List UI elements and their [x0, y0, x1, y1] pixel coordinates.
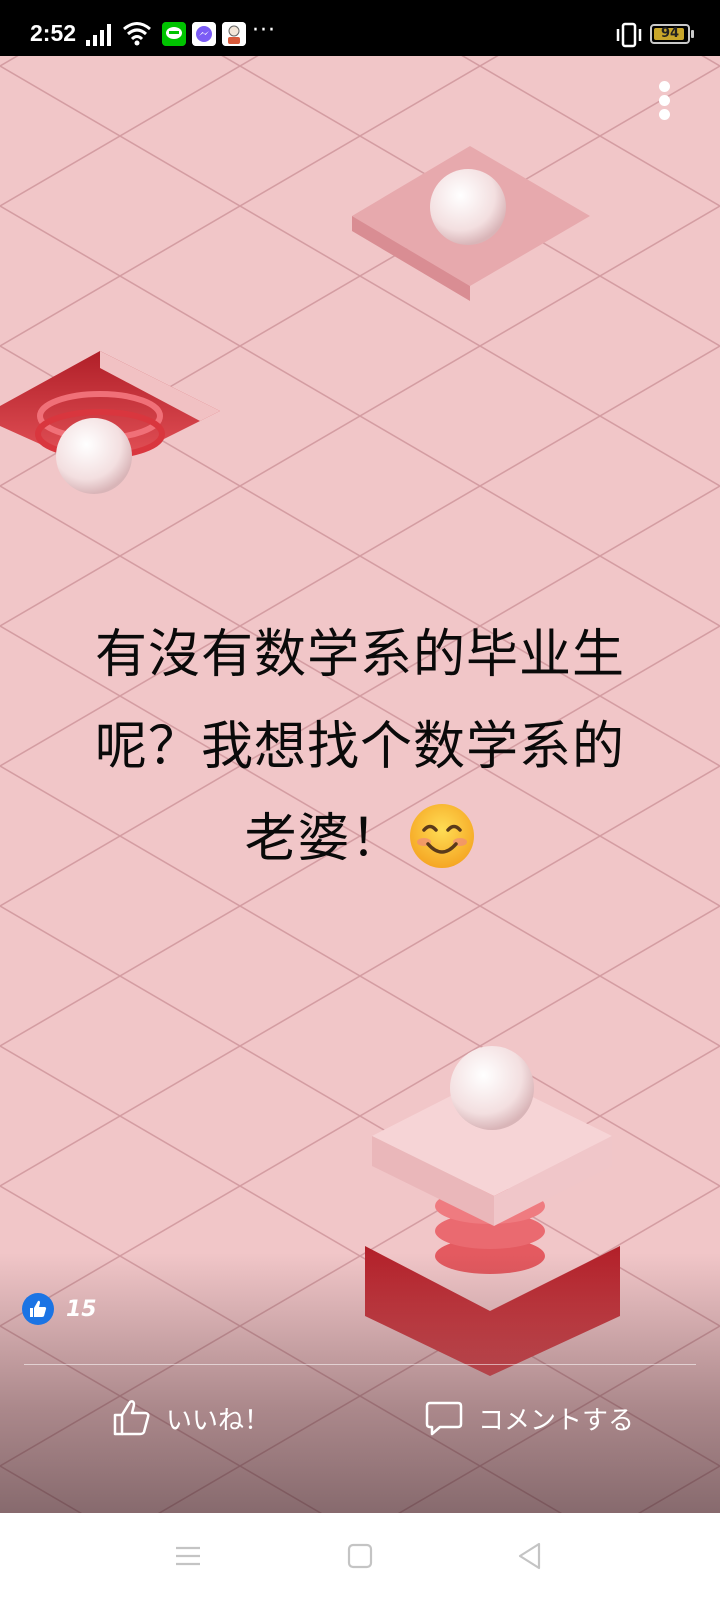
- navigation-bar: [0, 1513, 720, 1600]
- like-reaction-icon: [22, 1293, 54, 1325]
- like-button-label: いいね！: [166, 1405, 271, 1436]
- divider: [24, 1364, 696, 1365]
- story-post[interactable]: 有沒有数学系的毕业生 呢？我想找个数学系的 老婆！: [0, 56, 720, 1513]
- menu-dot: [658, 81, 670, 92]
- back-icon[interactable]: [515, 1541, 545, 1571]
- smiling-face-icon: [409, 804, 474, 868]
- recent-apps-icon[interactable]: [173, 1541, 203, 1571]
- comment-button[interactable]: コメントする: [424, 1393, 634, 1443]
- messenger-icon: [192, 22, 216, 46]
- vibrate-icon: [616, 22, 642, 48]
- more-notifications-indicator: ···: [252, 18, 276, 43]
- reaction-summary[interactable]: 15: [22, 1292, 97, 1326]
- more-options-button[interactable]: [652, 78, 676, 126]
- line-app-icon: [162, 22, 186, 46]
- battery-tip: [691, 30, 694, 38]
- signal-icon: [86, 24, 111, 46]
- bottom-overlay: [0, 1253, 720, 1513]
- post-text-line-last: 老婆！: [60, 793, 660, 885]
- battery-level: 94: [660, 26, 680, 41]
- menu-dot: [658, 95, 670, 106]
- wifi-icon: [123, 22, 151, 46]
- post-text-line: 呢？我想找个数学系的: [94, 717, 625, 777]
- post-text-line: 老婆！: [244, 809, 404, 869]
- thumbs-up-icon: [113, 1400, 150, 1436]
- comment-button-label: コメントする: [478, 1405, 635, 1436]
- post-text: 有沒有数学系的毕业生 呢？我想找个数学系的 老婆！: [60, 609, 660, 885]
- home-icon[interactable]: [345, 1541, 375, 1571]
- post-text-line: 有沒有数学系的毕业生: [94, 625, 625, 685]
- menu-dot: [658, 109, 670, 120]
- like-count: 15: [66, 1296, 97, 1322]
- battery-icon: 94: [650, 24, 690, 44]
- comment-icon: [425, 1401, 463, 1436]
- sticker-app-icon: [222, 22, 246, 46]
- status-bar: 2:52 ··· 94: [0, 0, 720, 56]
- status-time: 2:52: [30, 20, 77, 46]
- like-button[interactable]: いいね！: [112, 1393, 270, 1443]
